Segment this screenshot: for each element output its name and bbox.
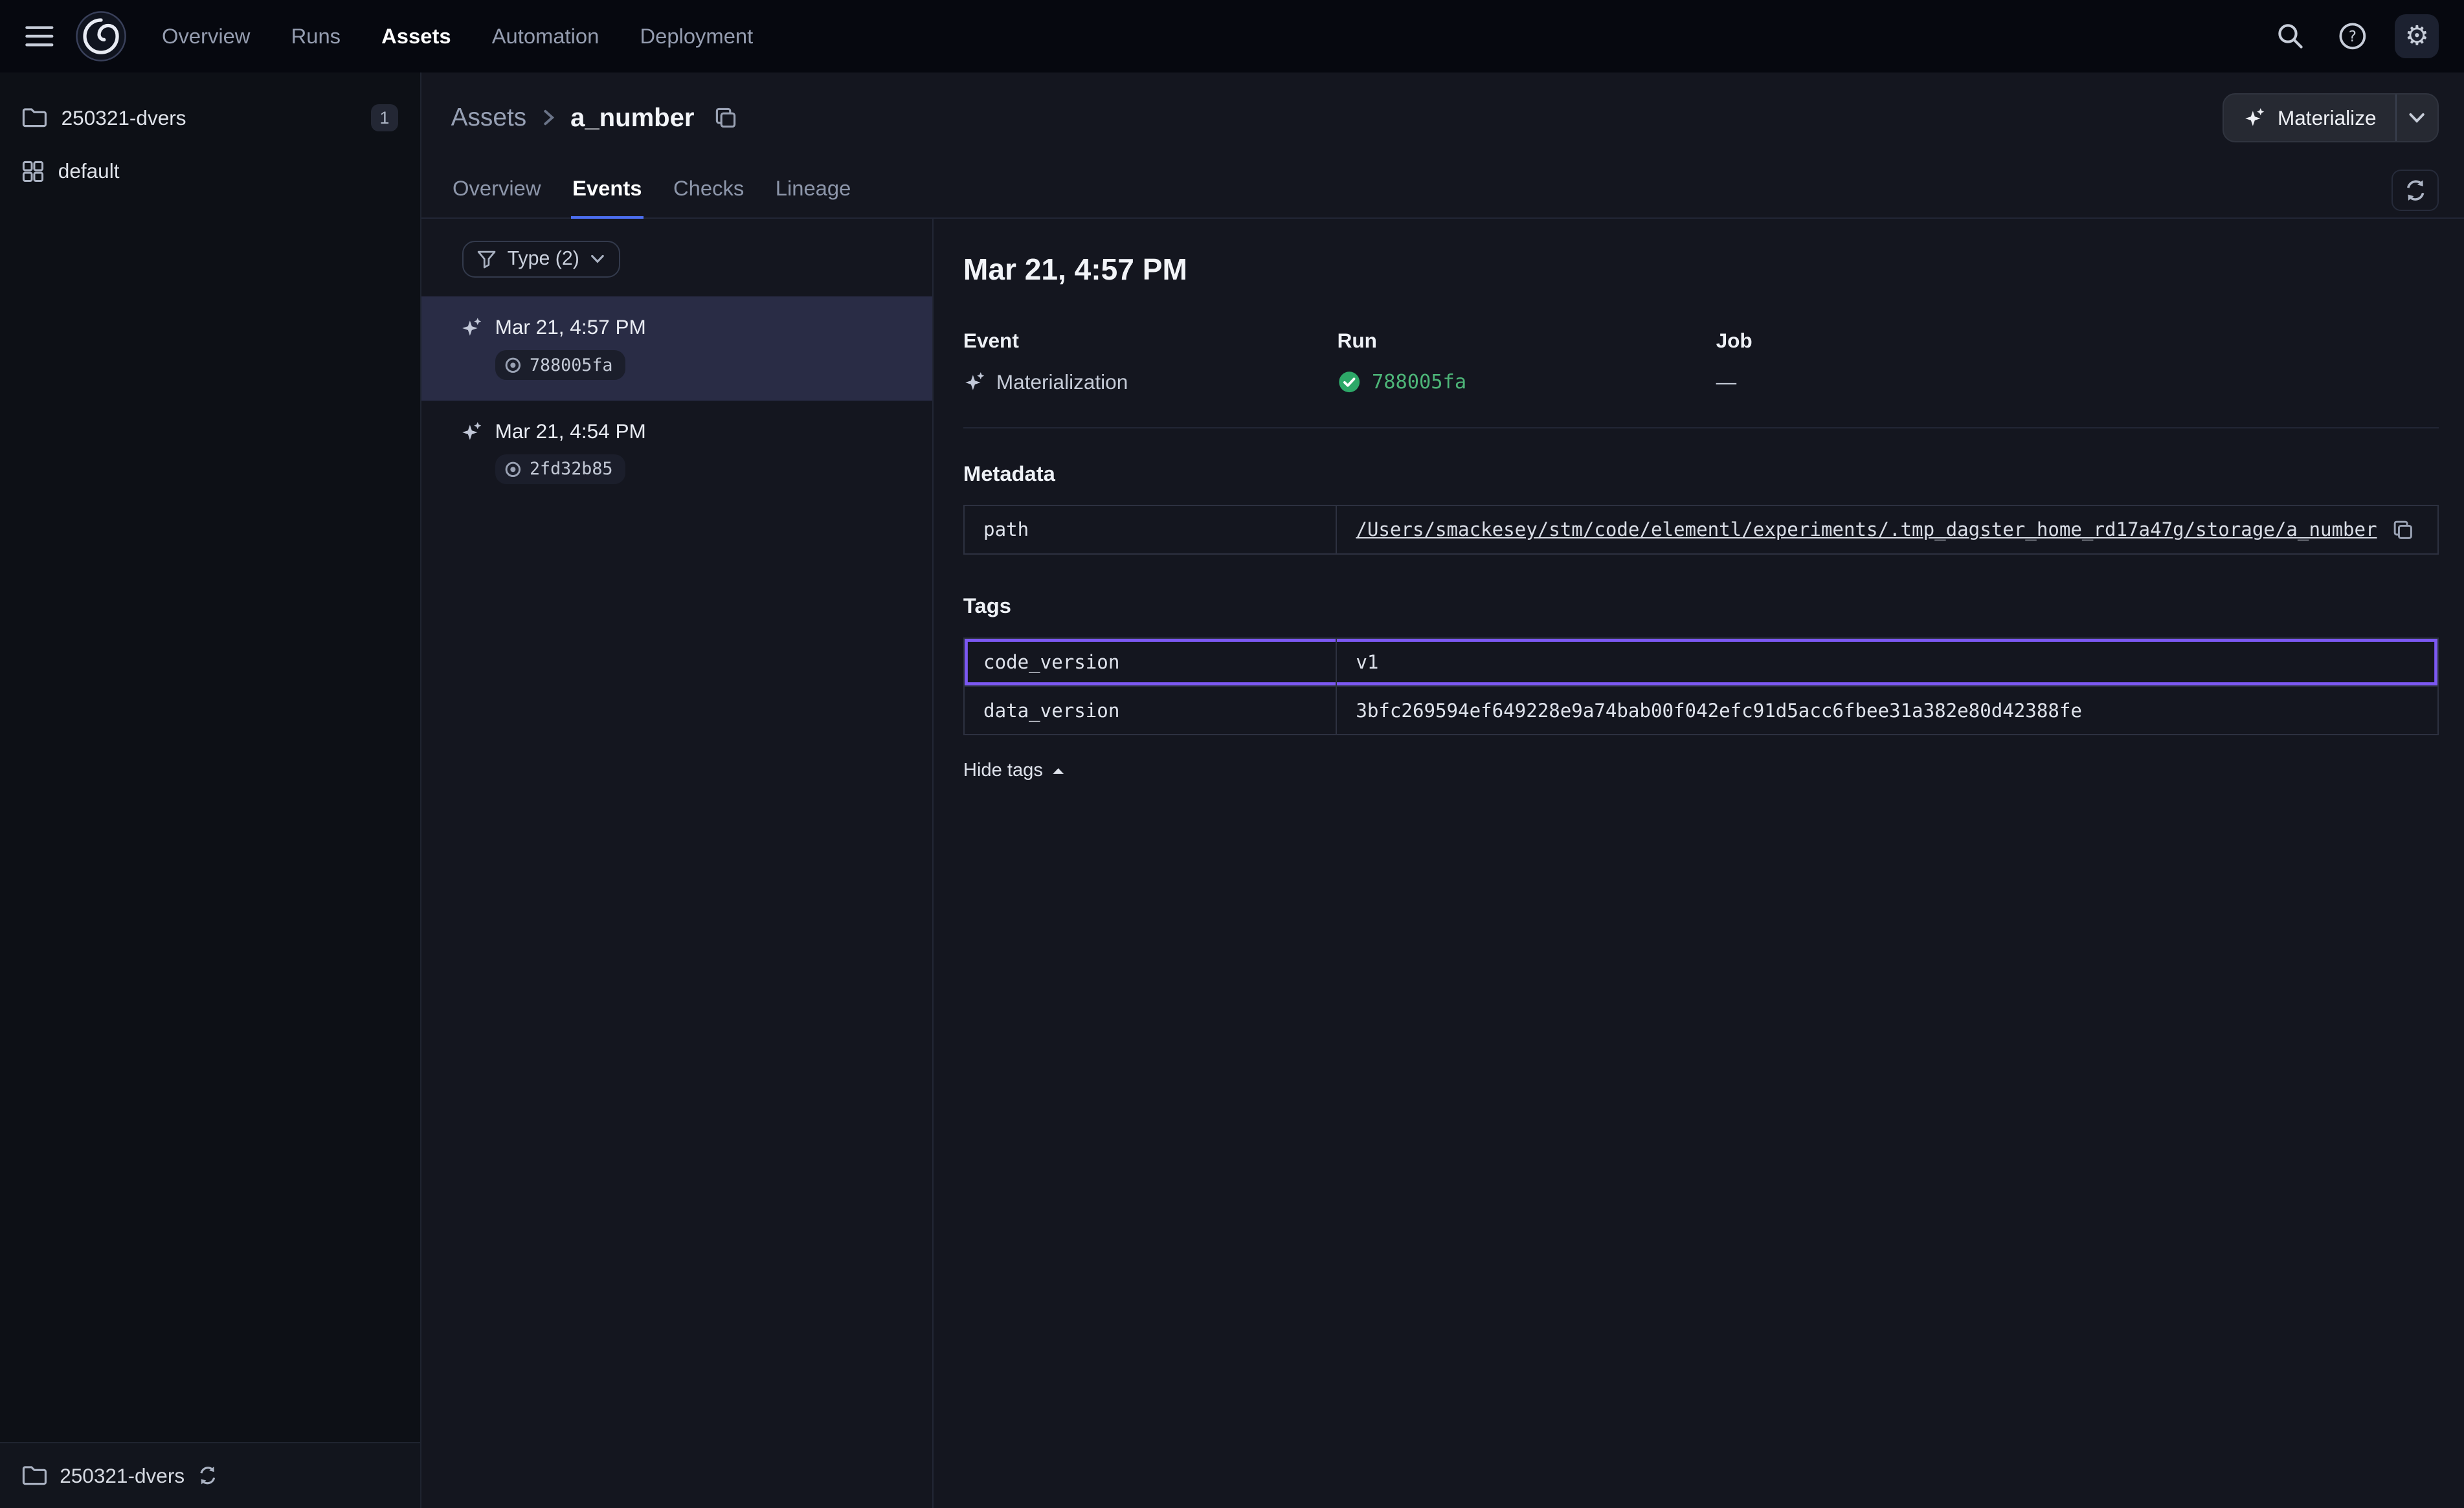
materialize-label: Materialize <box>2278 106 2377 130</box>
hamburger-menu-icon[interactable] <box>19 19 60 53</box>
metadata-section-title: Metadata <box>963 461 2439 486</box>
run-column-label: Run <box>1338 329 1716 353</box>
chevron-down-icon <box>590 254 605 264</box>
filter-label: Type (2) <box>508 248 579 270</box>
refresh-icon[interactable] <box>2391 170 2439 210</box>
run-id-link[interactable]: 788005fa <box>1372 371 1466 394</box>
help-icon[interactable]: ? <box>2332 16 2373 56</box>
event-summary-columns: Event Materialization Run <box>963 329 2439 394</box>
chevron-right-icon <box>541 108 556 127</box>
gear-icon[interactable]: ⚙ <box>2395 14 2439 58</box>
event-type-filter-button[interactable]: Type (2) <box>462 241 620 278</box>
page-title: a_number <box>570 104 694 133</box>
dagster-logo-icon[interactable] <box>75 10 127 62</box>
materialization-icon <box>963 371 985 393</box>
nav-item-overview[interactable]: Overview <box>162 24 251 49</box>
breadcrumb-assets-link[interactable]: Assets <box>451 104 527 132</box>
nav-item-deployment[interactable]: Deployment <box>640 24 753 49</box>
event-timestamp: Mar 21, 4:54 PM <box>495 419 646 443</box>
sidebar-item-250321-dvers[interactable]: 250321-dvers 1 <box>0 91 420 145</box>
run-id-chip[interactable]: 2fd32b85 <box>495 454 625 484</box>
sidebar-item-label: default <box>58 159 120 183</box>
breadcrumb: Assets a_number <box>451 100 743 135</box>
nav-item-automation[interactable]: Automation <box>492 24 599 49</box>
run-status-icon <box>504 461 522 478</box>
event-list-item[interactable]: Mar 21, 4:57 PM 788005fa <box>421 296 932 401</box>
run-id-label: 788005fa <box>530 355 613 375</box>
topnav-actions: ? ⚙ <box>2271 14 2439 58</box>
event-detail-panel: Mar 21, 4:57 PM Event Materialization <box>934 219 2464 1508</box>
filter-row: Type (2) <box>421 219 932 297</box>
sidebar-item-default[interactable]: default <box>0 144 420 198</box>
tag-key: data_version <box>965 687 1337 734</box>
main-panel: Assets a_number Materialize <box>421 72 2464 1508</box>
tags-table: code_version v1 data_version 3bfc269594e… <box>963 638 2439 736</box>
hide-tags-link[interactable]: Hide tags <box>963 760 1065 781</box>
event-detail-title: Mar 21, 4:57 PM <box>963 252 2439 287</box>
copy-asset-name-icon[interactable] <box>708 100 743 135</box>
table-row: path /Users/smackesey/stm/code/elementl/… <box>965 506 2437 553</box>
run-id-chip[interactable]: 788005fa <box>495 350 625 380</box>
metadata-path-link[interactable]: /Users/smackesey/stm/code/elementl/exper… <box>1356 518 2377 540</box>
tag-key: code_version <box>965 639 1337 686</box>
folder-icon <box>22 107 47 128</box>
materialize-sparkle-icon <box>2243 107 2265 129</box>
metadata-key: path <box>965 506 1337 553</box>
materialize-dropdown-button[interactable] <box>2395 94 2438 140</box>
copy-path-icon[interactable] <box>2393 520 2414 540</box>
event-list-panel: Type (2) Mar 21, 4:57 PM <box>421 219 934 1508</box>
sidebar-spacer <box>0 198 420 1442</box>
folder-icon <box>22 1465 47 1486</box>
event-column: Event Materialization <box>963 329 1338 394</box>
nav-item-runs[interactable]: Runs <box>291 24 341 49</box>
event-timestamp: Mar 21, 4:57 PM <box>495 315 646 339</box>
job-column: Job — <box>1716 329 2439 394</box>
top-nav: Overview Runs Assets Automation Deployme… <box>0 0 2464 72</box>
asset-count-badge: 1 <box>371 104 398 131</box>
section-divider <box>963 427 2439 428</box>
nav-item-assets[interactable]: Assets <box>381 24 451 49</box>
filter-icon <box>477 250 496 269</box>
reload-icon[interactable] <box>197 1465 218 1486</box>
event-column-label: Event <box>963 329 1338 353</box>
run-column: Run 788005fa <box>1338 329 1716 394</box>
svg-text:?: ? <box>2349 28 2357 45</box>
job-column-label: Job <box>1716 329 2439 353</box>
app-root: Overview Runs Assets Automation Deployme… <box>0 0 2464 1508</box>
tag-value: 3bfc269594ef649228e9a74bab00f042efc91d5a… <box>1356 700 2082 722</box>
tab-overview[interactable]: Overview <box>451 163 543 219</box>
table-row-data-version: data_version 3bfc269594ef649228e9a74bab0… <box>965 685 2437 734</box>
sidebar-item-label: 250321-dvers <box>62 106 186 130</box>
event-list-item[interactable]: Mar 21, 4:54 PM 2fd32b85 <box>421 401 932 505</box>
materialization-icon <box>460 316 482 338</box>
run-status-icon <box>504 357 522 374</box>
materialize-button-group: Materialize <box>2223 93 2439 142</box>
tag-value: v1 <box>1356 651 1378 673</box>
asset-tabs: Overview Events Checks Lineage <box>421 163 2464 218</box>
run-id-label: 2fd32b85 <box>530 459 613 479</box>
caret-up-icon <box>1052 767 1064 775</box>
search-icon[interactable] <box>2271 16 2311 56</box>
metadata-table: path /Users/smackesey/stm/code/elementl/… <box>963 505 2439 555</box>
hide-tags-label: Hide tags <box>963 760 1043 781</box>
event-type-value: Materialization <box>996 370 1128 394</box>
table-row-code-version: code_version v1 <box>965 639 2437 686</box>
tags-section-title: Tags <box>963 593 2439 618</box>
materialization-icon <box>460 421 482 443</box>
primary-nav: Overview Runs Assets Automation Deployme… <box>162 24 753 49</box>
code-location-footer[interactable]: 250321-dvers <box>0 1442 420 1508</box>
tab-events[interactable]: Events <box>571 163 644 219</box>
code-location-label: 250321-dvers <box>60 1464 185 1488</box>
tab-checks[interactable]: Checks <box>672 163 746 219</box>
page-header: Assets a_number Materialize <box>421 72 2464 164</box>
materialize-button[interactable]: Materialize <box>2224 94 2395 140</box>
tab-lineage[interactable]: Lineage <box>774 163 852 219</box>
run-success-check-icon <box>1338 370 1361 394</box>
job-value: — <box>1716 370 1737 394</box>
asset-group-icon <box>22 161 44 183</box>
asset-groups-sidebar: 250321-dvers 1 default 250321-dvers <box>0 72 421 1508</box>
